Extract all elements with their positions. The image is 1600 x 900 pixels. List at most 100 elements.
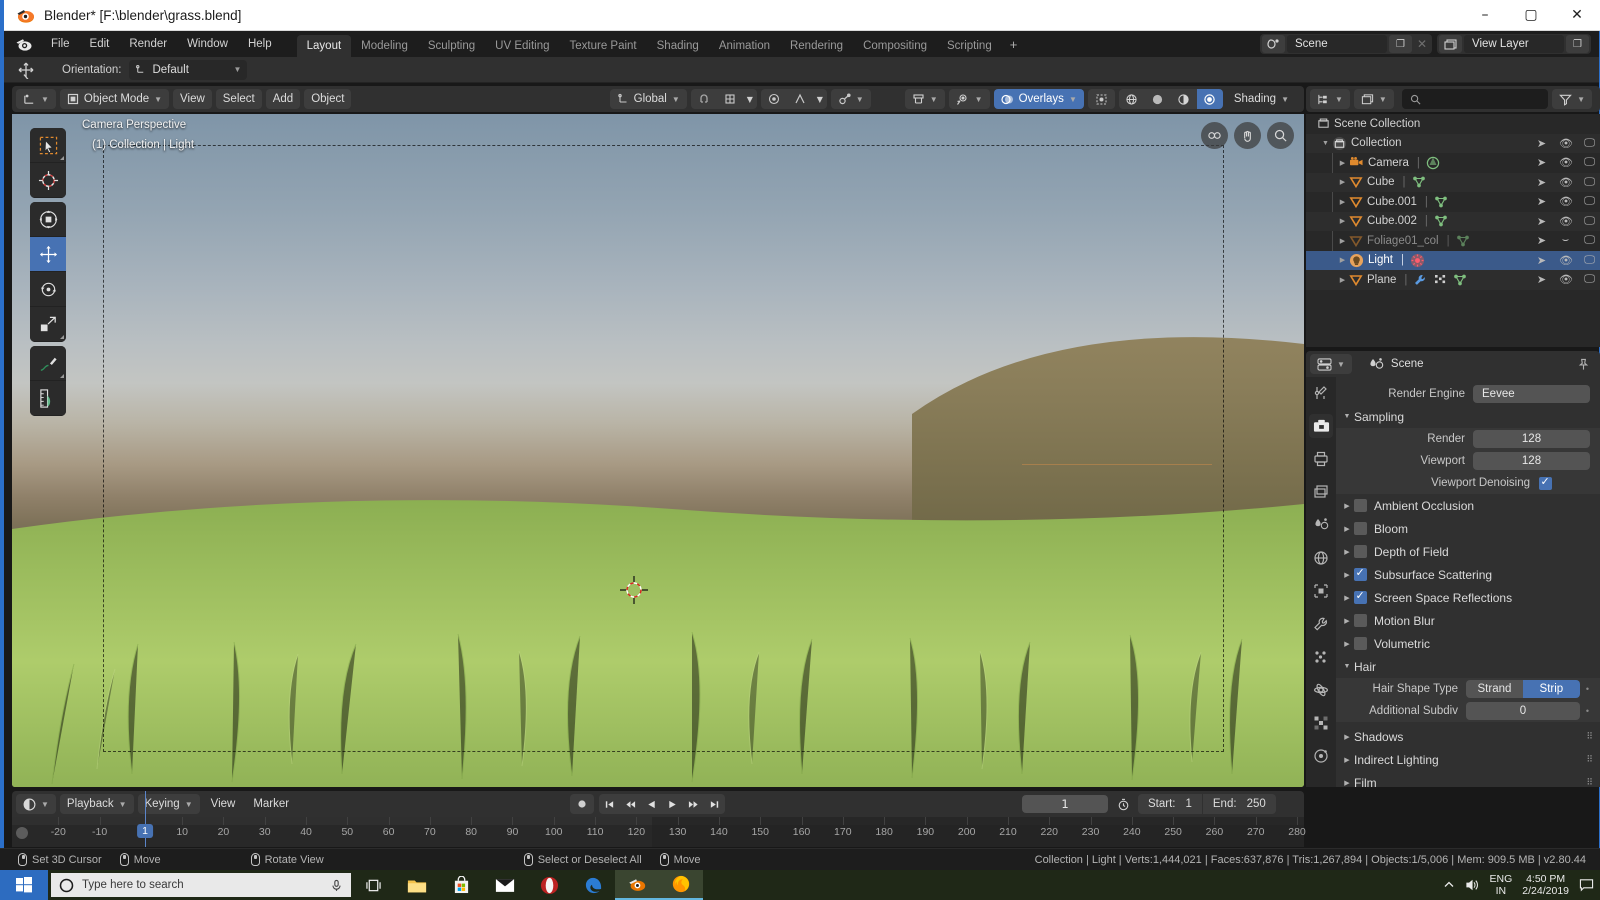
camera-render-icon[interactable]: 🖵 [1583, 156, 1596, 169]
shading-popover[interactable]: Shading ▼ [1227, 89, 1296, 109]
task-view-icon[interactable] [351, 870, 395, 900]
outliner-filter-button[interactable]: ▼ [1552, 89, 1592, 109]
end-frame-value[interactable]: 250 [1247, 798, 1266, 810]
scene-tab[interactable] [1309, 513, 1333, 537]
tool-scale[interactable] [30, 307, 66, 342]
clock[interactable]: 4:50 PM 2/24/2019 [1522, 873, 1569, 897]
camera-render-icon[interactable]: 🖵 [1583, 234, 1596, 247]
outliner-row-scene-collection[interactable]: Scene Collection [1306, 114, 1600, 134]
select-toggle-icon[interactable]: ➤ [1535, 137, 1548, 150]
hair-shape-strip-option[interactable]: Strip [1522, 680, 1580, 698]
panel-shadows[interactable]: ▶ Shadows ⠿ [1336, 725, 1600, 748]
tool-annotate[interactable] [30, 346, 66, 381]
panel-indirect-lighting[interactable]: ▶ Indirect Lighting ⠿ [1336, 748, 1600, 771]
tool-rotate[interactable] [30, 272, 66, 307]
visibility-dropdown[interactable]: ▼ [904, 89, 945, 109]
sampling-render-value[interactable]: 128 [1473, 430, 1590, 448]
camera-render-icon[interactable]: 🖵 [1583, 137, 1596, 150]
timeline-ruler[interactable]: -20 -10 10 20 30 40 50 60 70 80 90 100 110 120 130 140 1… [12, 791, 1306, 847]
mesh-data-icon[interactable] [1456, 234, 1470, 248]
ambient-occlusion-checkbox[interactable] [1354, 499, 1367, 512]
modifier-tab[interactable] [1309, 612, 1333, 636]
edge-icon[interactable] [571, 870, 615, 900]
scene-name[interactable]: Scene [1287, 35, 1387, 53]
close-button[interactable]: ✕ [1554, 0, 1600, 31]
disclose-icon[interactable]: ▶ [1336, 237, 1349, 245]
properties-editor[interactable]: Render Engine Eevee ▼ Sampling Render 12… [1306, 377, 1600, 787]
keyboard-language[interactable]: ENG IN [1490, 873, 1513, 897]
view-layer-tab[interactable] [1309, 480, 1333, 504]
tab-sculpting[interactable]: Sculpting [418, 35, 485, 57]
xray-toggle[interactable] [1087, 89, 1115, 109]
outliner-display-mode[interactable]: ▼ [1353, 89, 1394, 109]
play-button[interactable] [662, 794, 683, 814]
eye-closed-icon[interactable]: ⌣ [1559, 234, 1572, 247]
blender-icon[interactable] [615, 870, 659, 900]
camera-render-icon[interactable]: 🖵 [1583, 176, 1596, 189]
previous-keyframe-button[interactable] [620, 794, 641, 814]
view-layer-browse-icon[interactable] [1439, 35, 1462, 53]
panel-film[interactable]: ▶ Film ⠿ [1336, 771, 1600, 788]
panel-motion-blur[interactable]: ▶ Motion Blur [1336, 609, 1600, 632]
windows-start-icon[interactable] [0, 870, 48, 900]
light-data-icon[interactable] [1410, 253, 1425, 268]
panel-depth-of-field[interactable]: ▶ Depth of Field [1336, 540, 1600, 563]
viewport-gizmo-options[interactable]: ▼ [830, 89, 871, 109]
object-tab[interactable] [1309, 579, 1333, 603]
overlays-toggle[interactable]: Overlays ▼ [993, 89, 1084, 109]
outliner-row-foliage01-col[interactable]: ▶ Foliage01_col | ➤ ⌣ 🖵 [1306, 231, 1600, 251]
timeline-playhead[interactable] [145, 791, 146, 847]
scene-browse-icon[interactable] [1262, 35, 1285, 53]
world-tab[interactable] [1309, 546, 1333, 570]
new-view-layer-icon[interactable]: ❐ [1566, 35, 1589, 53]
select-toggle-icon[interactable]: ➤ [1535, 273, 1548, 286]
blender-menu-icon[interactable] [14, 34, 34, 54]
tab-modeling[interactable]: Modeling [351, 35, 418, 57]
hand-pan-gizmo[interactable] [1234, 122, 1261, 149]
animate-property-icon[interactable]: • [1586, 684, 1590, 694]
menu-edit[interactable]: Edit [81, 35, 119, 53]
viewport-menu-select[interactable]: Select [215, 89, 262, 109]
hair-shape-strand-option[interactable]: Strand [1466, 680, 1523, 698]
new-scene-icon[interactable]: ❐ [1389, 35, 1412, 53]
show-hidden-icons[interactable] [1443, 879, 1455, 891]
disclose-icon[interactable]: ▶ [1336, 198, 1349, 206]
outliner-row-collection[interactable]: ▼ Collection ➤ 👁 🖵 [1306, 133, 1600, 153]
tab-layout[interactable]: Layout [296, 35, 352, 57]
tool-tweak-select[interactable] [30, 128, 66, 163]
maximize-button[interactable]: ▢ [1508, 0, 1554, 31]
snap-target-icon[interactable] [717, 89, 743, 109]
microsoft-store-icon[interactable] [439, 870, 483, 900]
menu-help[interactable]: Help [239, 35, 281, 53]
camera-render-icon[interactable]: 🖵 [1583, 273, 1596, 286]
screen-space-reflections-checkbox[interactable] [1354, 589, 1367, 604]
eye-icon[interactable]: 👁 [1559, 273, 1573, 286]
menu-file[interactable]: File [42, 35, 79, 53]
hair-panel-header[interactable]: ▼ Hair [1336, 655, 1600, 678]
additional-subdiv-value[interactable]: 0 [1466, 702, 1580, 720]
mesh-data-icon[interactable] [1434, 195, 1448, 209]
jump-to-start-button[interactable] [599, 794, 620, 814]
outliner-editor-type[interactable]: ▼ [1310, 89, 1350, 109]
viewport-menu-add[interactable]: Add [265, 89, 301, 109]
panel-screen-space-reflections[interactable]: ▶ Screen Space Reflections [1336, 586, 1600, 609]
pin-icon[interactable] [1577, 358, 1590, 371]
output-tab[interactable] [1309, 447, 1333, 471]
outliner-row-plane[interactable]: ▶ Plane | ➤ 👁 🖵 [1306, 270, 1600, 290]
tool-tab[interactable] [1309, 381, 1333, 405]
3d-viewport[interactable]: Camera Perspective (1) Collection | Ligh… [12, 114, 1304, 787]
volume-icon[interactable] [1465, 878, 1480, 892]
mail-icon[interactable] [483, 870, 527, 900]
panel-subsurface-scattering[interactable]: ▶ Subsurface Scattering [1336, 563, 1600, 586]
motion-blur-checkbox[interactable] [1354, 614, 1367, 627]
timeline-menu-marker[interactable]: Marker [246, 794, 296, 814]
sampling-viewport-value[interactable]: 128 [1473, 452, 1590, 470]
object-mode-dropdown[interactable]: Object Mode ▼ [59, 89, 170, 109]
tab-animation[interactable]: Animation [709, 35, 780, 57]
chevron-down-icon[interactable]: ▼ [743, 89, 757, 109]
volumetric-checkbox[interactable] [1354, 637, 1367, 650]
select-toggle-icon[interactable]: ➤ [1535, 234, 1548, 247]
timeline-menu-keying[interactable]: Keying ▼ [137, 794, 200, 814]
start-frame-value[interactable]: 1 [1185, 798, 1191, 810]
pivot-group[interactable]: ▼ [760, 89, 827, 109]
